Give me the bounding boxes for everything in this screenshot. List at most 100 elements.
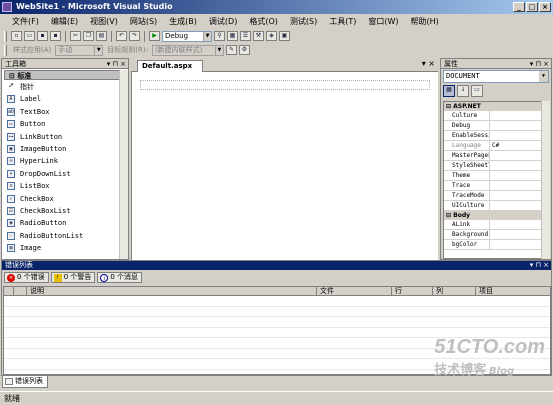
menu-build[interactable]: 生成(B) <box>163 14 203 29</box>
object-browser-icon[interactable]: ◈ <box>266 31 277 41</box>
toolbox-item-hyperlink[interactable]: ∞ HyperLink <box>2 155 128 167</box>
property-row[interactable]: bgColor <box>444 240 541 250</box>
menu-tools[interactable]: 工具(T) <box>323 14 362 29</box>
property-value[interactable] <box>490 111 541 120</box>
column-header-project[interactable]: 项目 <box>476 287 550 295</box>
solution-config-select[interactable]: Debug ▼ <box>162 30 212 42</box>
toolbox-item-dropdownlist[interactable]: ▾ DropDownList <box>2 168 128 180</box>
property-value[interactable] <box>490 230 541 239</box>
property-value[interactable] <box>490 181 541 190</box>
property-row[interactable]: UICulture <box>444 201 541 211</box>
toolbox-item-radiobuttonlist[interactable]: ⁘ RadioButtonList <box>2 230 128 242</box>
toolbox-item-image[interactable]: ▨ Image <box>2 242 128 254</box>
toolbox-item-radiobutton[interactable]: ◉ RadioButton <box>2 217 128 229</box>
menu-help[interactable]: 帮助(H) <box>405 14 445 29</box>
column-header-line[interactable]: 行 <box>392 287 433 295</box>
menu-test[interactable]: 测试(S) <box>284 14 323 29</box>
property-value[interactable] <box>490 151 541 160</box>
solution-explorer-icon[interactable]: ▦ <box>227 31 238 41</box>
property-value[interactable] <box>490 201 541 210</box>
property-value[interactable] <box>490 131 541 140</box>
start-debug-icon[interactable]: ▶ <box>149 31 160 41</box>
attach-style-icon[interactable]: ⚙ <box>238 45 250 55</box>
style-application-select[interactable]: 手动 ▼ <box>55 44 104 56</box>
toolbox-item-button[interactable]: ▭ Button <box>2 118 128 130</box>
property-row[interactable]: TraceMode <box>444 191 541 201</box>
save-all-icon[interactable]: ▪ <box>50 31 61 41</box>
toolbox-item-linkbutton[interactable]: ⊶ LinkButton <box>2 131 128 143</box>
messages-toggle[interactable]: i0 个消息 <box>97 272 143 283</box>
panel-controls[interactable]: ▾ ⊓ × <box>530 59 549 69</box>
toolbox-item-imagebutton[interactable]: ▣ ImageButton <box>2 143 128 155</box>
panel-controls[interactable]: ▾ ⊓ × <box>530 261 549 270</box>
panel-controls[interactable]: ▾ ⊓ × <box>107 59 126 69</box>
property-row[interactable]: Background <box>444 230 541 240</box>
property-row[interactable]: EnableSessi <box>444 131 541 141</box>
property-row[interactable]: Language C# <box>444 141 541 151</box>
toolbox-item-textbox[interactable]: ab TextBox <box>2 106 128 118</box>
property-value[interactable] <box>490 171 541 180</box>
property-value[interactable] <box>490 121 541 130</box>
design-surface[interactable] <box>131 72 438 260</box>
properties-icon[interactable]: ☰ <box>240 31 251 41</box>
errors-toggle[interactable]: × 0 个错误 <box>4 272 49 283</box>
menu-format[interactable]: 格式(O) <box>243 14 284 29</box>
property-value[interactable] <box>490 191 541 200</box>
property-row[interactable]: Culture <box>444 111 541 121</box>
categorized-icon[interactable]: ▦ <box>443 85 455 97</box>
property-row[interactable]: ALink <box>444 220 541 230</box>
property-row[interactable]: Debug <box>444 121 541 131</box>
category-aspnet[interactable]: ⊟ ASP.NET <box>444 102 541 111</box>
alphabetical-icon[interactable]: ↓ <box>457 85 469 97</box>
paste-icon[interactable]: ▤ <box>96 31 107 41</box>
column-header[interactable] <box>14 287 27 295</box>
tab-default-aspx[interactable]: Default.aspx <box>137 60 203 72</box>
property-row[interactable]: StyleSheetT <box>444 161 541 171</box>
property-row[interactable]: Theme <box>444 171 541 181</box>
column-header-column[interactable]: 列 <box>433 287 476 295</box>
cut-icon[interactable]: ✂ <box>70 31 81 41</box>
toolbox-item-checkboxlist[interactable]: ☷ CheckBoxList <box>2 205 128 217</box>
property-row[interactable]: Trace <box>444 181 541 191</box>
menu-file[interactable]: 文件(F) <box>6 14 45 29</box>
toolbox-scrollbar[interactable] <box>119 70 128 259</box>
new-project-icon[interactable]: ▫ <box>11 31 22 41</box>
property-value[interactable] <box>490 240 541 249</box>
open-icon[interactable]: ▭ <box>24 31 35 41</box>
close-button[interactable]: × <box>539 2 551 12</box>
new-style-icon[interactable]: ✎ <box>225 45 237 55</box>
tab-error-list[interactable]: 错误列表 <box>2 376 48 388</box>
property-value[interactable] <box>490 161 541 170</box>
toolbox-item-checkbox[interactable]: ✓ CheckBox <box>2 193 128 205</box>
property-pages-icon[interactable]: ▭ <box>471 85 483 97</box>
save-icon[interactable]: ▪ <box>37 31 48 41</box>
redo-icon[interactable]: ↷ <box>129 31 140 41</box>
find-icon[interactable]: ⚲ <box>214 31 225 41</box>
minimize-button[interactable]: _ <box>513 2 525 12</box>
target-rule-select[interactable]: (新建内联样式) ▼ <box>151 44 224 56</box>
copy-icon[interactable]: ❐ <box>83 31 94 41</box>
menu-website[interactable]: 网站(S) <box>124 14 163 29</box>
toolbar-grip[interactable] <box>4 44 7 56</box>
toolbox-item-listbox[interactable]: ≡ ListBox <box>2 180 128 192</box>
menu-view[interactable]: 视图(V) <box>84 14 124 29</box>
property-row[interactable]: MasterPageF <box>444 151 541 161</box>
start-page-icon[interactable]: ▣ <box>279 31 290 41</box>
tab-dropdown-icon[interactable]: ▾ <box>422 59 426 68</box>
properties-scrollbar[interactable] <box>541 101 550 259</box>
property-value[interactable] <box>490 220 541 229</box>
menu-edit[interactable]: 编辑(E) <box>45 14 84 29</box>
column-header-file[interactable]: 文件 <box>317 287 392 295</box>
menu-debug[interactable]: 调试(D) <box>203 14 243 29</box>
toolbar-grip[interactable] <box>4 30 7 42</box>
toolbox-item-label-control[interactable]: A Label <box>2 93 128 105</box>
category-body[interactable]: ⊟ Body <box>444 211 541 220</box>
tab-close-icon[interactable]: × <box>428 59 435 68</box>
object-select[interactable]: DOCUMENT ▼ <box>443 70 549 83</box>
maximize-button[interactable]: □ <box>526 2 538 12</box>
column-header-description[interactable]: 说明 <box>27 287 317 295</box>
undo-icon[interactable]: ↶ <box>116 31 127 41</box>
menu-window[interactable]: 窗口(W) <box>362 14 404 29</box>
column-header[interactable] <box>4 287 14 295</box>
toolbox-item-pointer[interactable]: ➚ 指针 <box>2 81 128 94</box>
